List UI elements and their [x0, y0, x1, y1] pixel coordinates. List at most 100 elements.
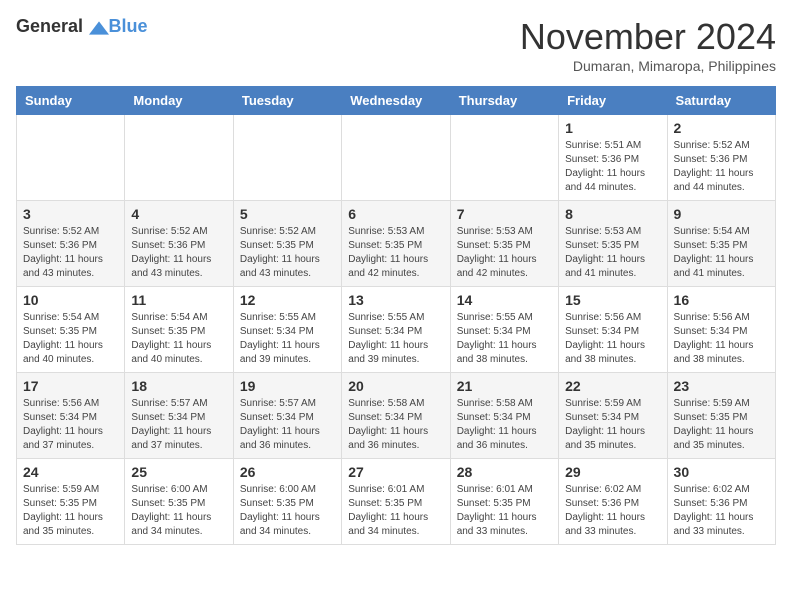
day-info: Sunrise: 5:59 AM Sunset: 5:35 PM Dayligh… [674, 397, 769, 453]
day-number: 15 [565, 292, 660, 308]
day-cell: 9 Sunrise: 5:54 AM Sunset: 5:35 PM Daylig… [667, 201, 775, 287]
week-row-3: 10 Sunrise: 5:54 AM Sunset: 5:35 PM Dayli… [17, 287, 776, 373]
day-info: Sunrise: 5:55 AM Sunset: 5:34 PM Dayligh… [240, 311, 335, 367]
day-info: Sunrise: 6:02 AM Sunset: 5:36 PM Dayligh… [674, 483, 769, 539]
week-row-1: 1Sunrise: 5:51 AM Sunset: 5:36 PM Daylig… [17, 115, 776, 201]
day-cell: 11 Sunrise: 5:54 AM Sunset: 5:35 PM Dayli… [125, 287, 233, 373]
day-number: 16 [674, 292, 769, 308]
day-cell: 17 Sunrise: 5:56 AM Sunset: 5:34 PM Dayli… [17, 373, 125, 459]
day-info: Sunrise: 6:02 AM Sunset: 5:36 PM Dayligh… [565, 483, 660, 539]
day-cell: 12 Sunrise: 5:55 AM Sunset: 5:34 PM Dayli… [233, 287, 341, 373]
day-cell [450, 115, 558, 201]
day-cell: 19 Sunrise: 5:57 AM Sunset: 5:34 PM Dayli… [233, 373, 341, 459]
day-info: Sunrise: 6:00 AM Sunset: 5:35 PM Dayligh… [240, 483, 335, 539]
day-cell [233, 115, 341, 201]
day-number: 5 [240, 206, 335, 222]
day-number: 9 [674, 206, 769, 222]
day-info: Sunrise: 5:52 AM Sunset: 5:36 PM Dayligh… [23, 225, 118, 281]
day-info: Sunrise: 5:58 AM Sunset: 5:34 PM Dayligh… [348, 397, 443, 453]
day-cell: 10 Sunrise: 5:54 AM Sunset: 5:35 PM Dayli… [17, 287, 125, 373]
day-cell: 22Sunrise: 5:59 AM Sunset: 5:34 PM Dayli… [559, 373, 667, 459]
day-info: Sunrise: 5:56 AM Sunset: 5:34 PM Dayligh… [23, 397, 118, 453]
day-number: 19 [240, 378, 335, 394]
day-number: 28 [457, 464, 552, 480]
week-row-4: 17 Sunrise: 5:56 AM Sunset: 5:34 PM Dayli… [17, 373, 776, 459]
day-number: 29 [565, 464, 660, 480]
day-number: 18 [131, 378, 226, 394]
weekday-header-thursday: Thursday [450, 87, 558, 115]
day-number: 4 [131, 206, 226, 222]
day-number: 10 [23, 292, 118, 308]
week-row-5: 24 Sunrise: 5:59 AM Sunset: 5:35 PM Dayli… [17, 459, 776, 545]
weekday-header-friday: Friday [559, 87, 667, 115]
day-number: 20 [348, 378, 443, 394]
day-cell [17, 115, 125, 201]
day-number: 23 [674, 378, 769, 394]
weekday-header-saturday: Saturday [667, 87, 775, 115]
day-info: Sunrise: 5:54 AM Sunset: 5:35 PM Dayligh… [131, 311, 226, 367]
day-cell: 16 Sunrise: 5:56 AM Sunset: 5:34 PM Dayli… [667, 287, 775, 373]
day-cell: 24 Sunrise: 5:59 AM Sunset: 5:35 PM Dayli… [17, 459, 125, 545]
day-number: 25 [131, 464, 226, 480]
day-info: Sunrise: 5:55 AM Sunset: 5:34 PM Dayligh… [457, 311, 552, 367]
day-cell: 28 Sunrise: 6:01 AM Sunset: 5:35 PM Dayli… [450, 459, 558, 545]
day-number: 30 [674, 464, 769, 480]
day-cell [342, 115, 450, 201]
day-number: 13 [348, 292, 443, 308]
day-number: 21 [457, 378, 552, 394]
logo-text-general: General [16, 16, 83, 36]
day-cell: 29 Sunrise: 6:02 AM Sunset: 5:36 PM Dayli… [559, 459, 667, 545]
logo: General Blue [16, 16, 148, 38]
day-cell: 8Sunrise: 5:53 AM Sunset: 5:35 PM Daylig… [559, 201, 667, 287]
day-info: Sunrise: 5:53 AM Sunset: 5:35 PM Dayligh… [457, 225, 552, 281]
day-cell: 18Sunrise: 5:57 AM Sunset: 5:34 PM Dayli… [125, 373, 233, 459]
day-info: Sunrise: 5:54 AM Sunset: 5:35 PM Dayligh… [23, 311, 118, 367]
day-info: Sunrise: 5:52 AM Sunset: 5:36 PM Dayligh… [674, 139, 769, 195]
day-number: 27 [348, 464, 443, 480]
title-area: November 2024 Dumaran, Mimaropa, Philipp… [520, 16, 776, 74]
day-cell: 27Sunrise: 6:01 AM Sunset: 5:35 PM Dayli… [342, 459, 450, 545]
day-number: 3 [23, 206, 118, 222]
calendar-table: SundayMondayTuesdayWednesdayThursdayFrid… [16, 86, 776, 545]
day-info: Sunrise: 5:51 AM Sunset: 5:36 PM Dayligh… [565, 139, 660, 195]
month-title: November 2024 [520, 16, 776, 58]
day-cell: 26 Sunrise: 6:00 AM Sunset: 5:35 PM Dayli… [233, 459, 341, 545]
day-number: 26 [240, 464, 335, 480]
day-info: Sunrise: 5:59 AM Sunset: 5:35 PM Dayligh… [23, 483, 118, 539]
day-info: Sunrise: 5:57 AM Sunset: 5:34 PM Dayligh… [240, 397, 335, 453]
day-cell: 23 Sunrise: 5:59 AM Sunset: 5:35 PM Dayli… [667, 373, 775, 459]
weekday-header-monday: Monday [125, 87, 233, 115]
day-number: 24 [23, 464, 118, 480]
day-info: Sunrise: 5:58 AM Sunset: 5:34 PM Dayligh… [457, 397, 552, 453]
day-cell: 6 Sunrise: 5:53 AM Sunset: 5:35 PM Daylig… [342, 201, 450, 287]
day-cell: 15Sunrise: 5:56 AM Sunset: 5:34 PM Dayli… [559, 287, 667, 373]
day-info: Sunrise: 5:52 AM Sunset: 5:35 PM Dayligh… [240, 225, 335, 281]
day-info: Sunrise: 6:01 AM Sunset: 5:35 PM Dayligh… [457, 483, 552, 539]
day-cell: 4 Sunrise: 5:52 AM Sunset: 5:36 PM Daylig… [125, 201, 233, 287]
day-cell [125, 115, 233, 201]
day-number: 6 [348, 206, 443, 222]
day-cell: 1Sunrise: 5:51 AM Sunset: 5:36 PM Daylig… [559, 115, 667, 201]
day-number: 8 [565, 206, 660, 222]
day-info: Sunrise: 5:59 AM Sunset: 5:34 PM Dayligh… [565, 397, 660, 453]
day-number: 11 [131, 292, 226, 308]
day-cell: 5 Sunrise: 5:52 AM Sunset: 5:35 PM Daylig… [233, 201, 341, 287]
day-info: Sunrise: 5:56 AM Sunset: 5:34 PM Dayligh… [674, 311, 769, 367]
day-number: 12 [240, 292, 335, 308]
week-row-2: 3 Sunrise: 5:52 AM Sunset: 5:36 PM Daylig… [17, 201, 776, 287]
day-cell: 3 Sunrise: 5:52 AM Sunset: 5:36 PM Daylig… [17, 201, 125, 287]
day-cell: 21 Sunrise: 5:58 AM Sunset: 5:34 PM Dayli… [450, 373, 558, 459]
logo-icon [89, 18, 109, 38]
day-cell: 14Sunrise: 5:55 AM Sunset: 5:34 PM Dayli… [450, 287, 558, 373]
weekday-header-row: SundayMondayTuesdayWednesdayThursdayFrid… [17, 87, 776, 115]
day-cell: 2 Sunrise: 5:52 AM Sunset: 5:36 PM Daylig… [667, 115, 775, 201]
day-number: 2 [674, 120, 769, 136]
weekday-header-tuesday: Tuesday [233, 87, 341, 115]
day-number: 17 [23, 378, 118, 394]
day-info: Sunrise: 5:54 AM Sunset: 5:35 PM Dayligh… [674, 225, 769, 281]
day-cell: 20 Sunrise: 5:58 AM Sunset: 5:34 PM Dayli… [342, 373, 450, 459]
day-info: Sunrise: 5:53 AM Sunset: 5:35 PM Dayligh… [348, 225, 443, 281]
page-header: General Blue November 2024 Dumaran, Mima… [16, 16, 776, 74]
weekday-header-sunday: Sunday [17, 87, 125, 115]
day-info: Sunrise: 5:52 AM Sunset: 5:36 PM Dayligh… [131, 225, 226, 281]
